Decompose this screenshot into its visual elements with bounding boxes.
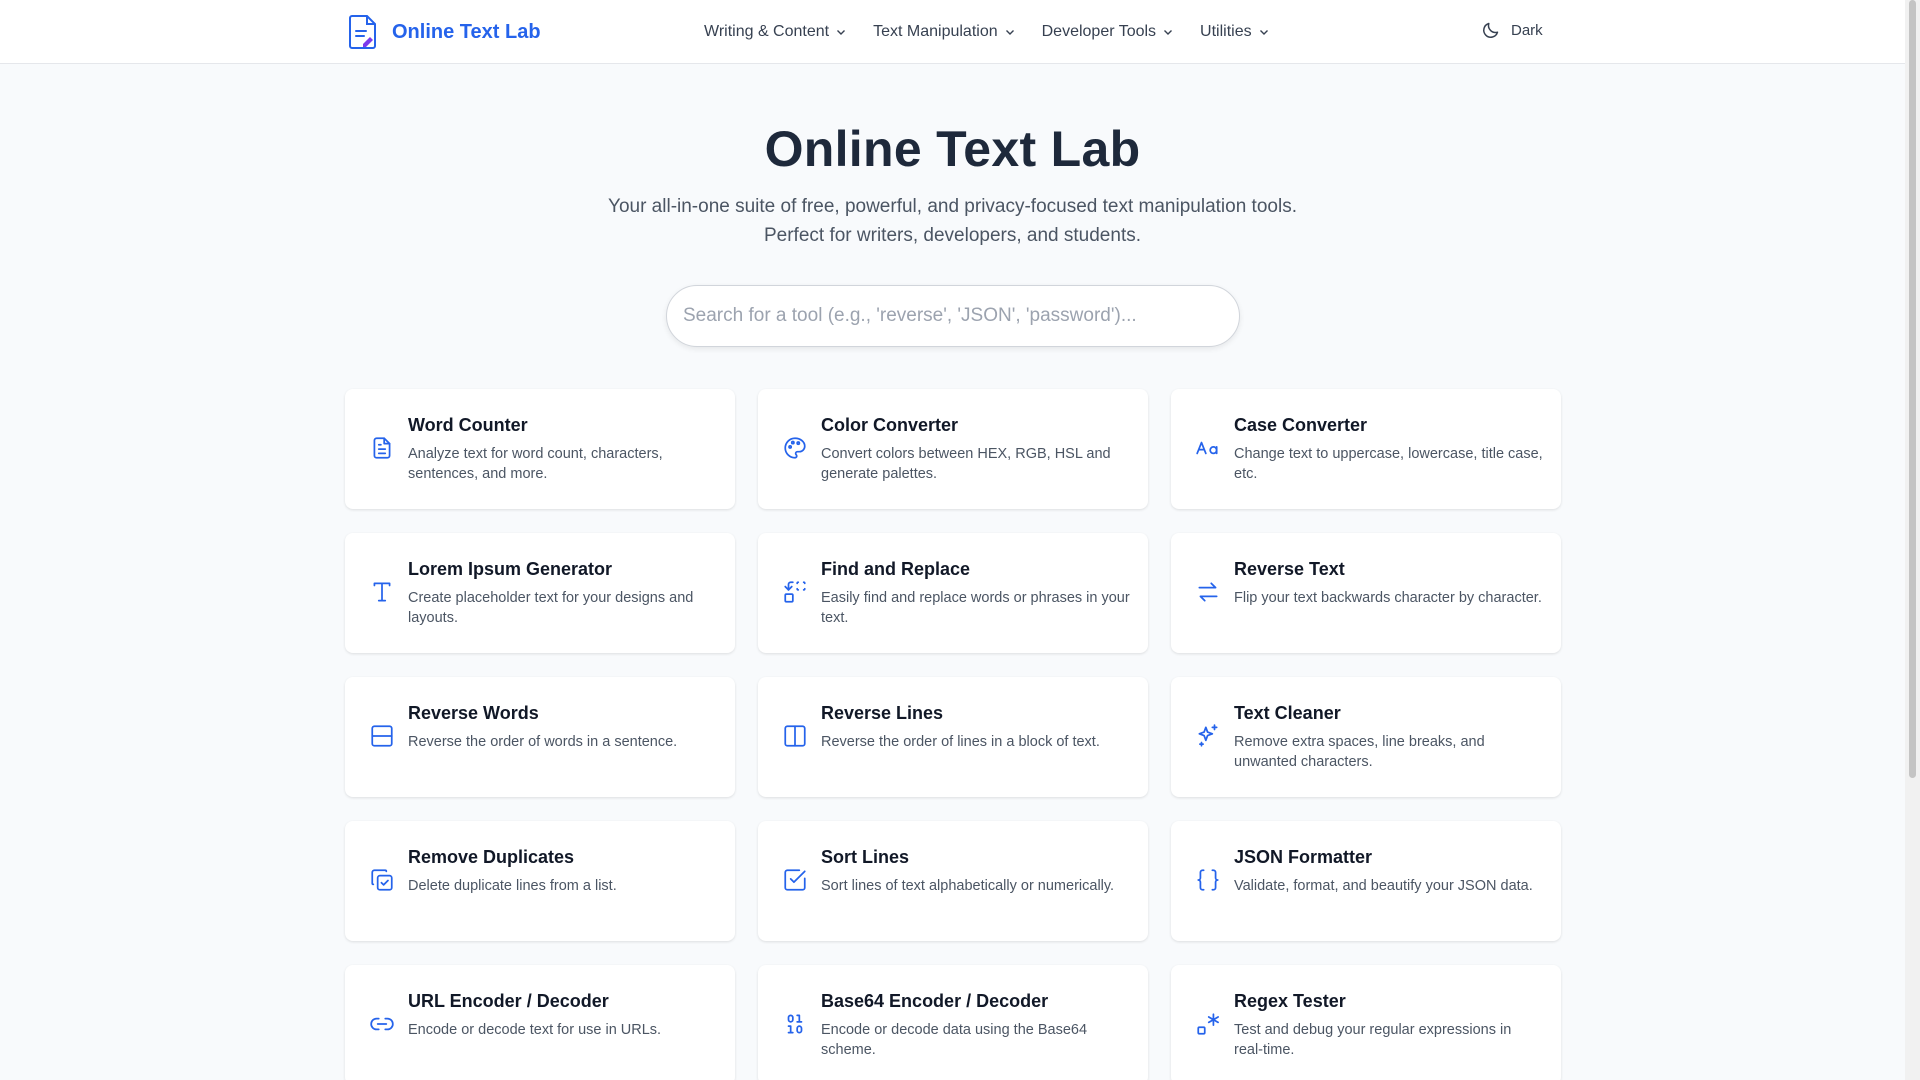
chevron-down-icon bbox=[1005, 27, 1015, 37]
site-logo[interactable]: Online Text Lab bbox=[348, 14, 541, 50]
tool-title: JSON Formatter bbox=[1234, 847, 1373, 867]
moon-icon bbox=[1481, 20, 1501, 40]
nav-utilities[interactable]: Utilities bbox=[1200, 23, 1269, 41]
tool-title: Sort Lines bbox=[821, 847, 910, 867]
dark-mode-toggle[interactable]: Dark bbox=[1481, 20, 1543, 40]
tool-card-sort-lines[interactable]: Sort Lines Sort lines of text alphabetic… bbox=[758, 821, 1148, 941]
case-icon bbox=[1195, 435, 1221, 461]
nav-text-manipulation[interactable]: Text Manipulation bbox=[873, 23, 1015, 41]
tool-grid: Word Counter Analyze text for word count… bbox=[345, 389, 1561, 1080]
rows-icon bbox=[369, 723, 395, 749]
tool-card-reverse-text[interactable]: Reverse Text Flip your text backwards ch… bbox=[1171, 533, 1561, 653]
text-icon bbox=[369, 579, 395, 605]
nav-writing-content[interactable]: Writing & Content bbox=[704, 23, 846, 41]
tool-title: Find and Replace bbox=[821, 559, 971, 579]
logo-text: Online Text Lab bbox=[392, 20, 541, 43]
tool-title: Regex Tester bbox=[1234, 991, 1346, 1011]
columns-icon bbox=[782, 723, 808, 749]
tool-title: Case Converter bbox=[1234, 415, 1368, 435]
tool-search-input[interactable] bbox=[666, 285, 1240, 347]
document-icon bbox=[369, 435, 395, 461]
tool-description: Analyze text for word count, characters,… bbox=[408, 446, 663, 482]
scrollbar-thumb[interactable] bbox=[1909, 0, 1916, 778]
tool-card-base64-encoder-decoder[interactable]: Base64 Encoder / Decoder Encode or decod… bbox=[758, 965, 1148, 1080]
tool-card-reverse-words[interactable]: Reverse Words Reverse the order of words… bbox=[345, 677, 735, 797]
tool-description: Remove extra spaces, line breaks, and un… bbox=[1234, 734, 1485, 770]
tool-description: Create placeholder text for your designs… bbox=[408, 590, 694, 626]
tool-card-find-and-replace[interactable]: Find and Replace Easily find and replace… bbox=[758, 533, 1148, 653]
page-subtitle-line2: Perfect for writers, developers, and stu… bbox=[763, 225, 1141, 246]
tool-description: Encode or decode text for use in URLs. bbox=[408, 1022, 662, 1038]
tool-title: Word Counter bbox=[408, 415, 528, 435]
nav-label: Text Manipulation bbox=[873, 23, 998, 40]
top-navbar: Online Text Lab Writing & Content Text M… bbox=[0, 0, 1905, 64]
palette-icon bbox=[782, 435, 808, 461]
regex-icon bbox=[1195, 1011, 1221, 1037]
swap-arrows-icon bbox=[1195, 579, 1221, 605]
tool-card-json-formatter[interactable]: JSON Formatter Validate, format, and bea… bbox=[1171, 821, 1561, 941]
tool-description: Reverse the order of words in a sentence… bbox=[408, 734, 678, 750]
link-icon bbox=[369, 1011, 395, 1037]
tool-card-case-converter[interactable]: Case Converter Change text to uppercase,… bbox=[1171, 389, 1561, 509]
tool-title: URL Encoder / Decoder bbox=[408, 991, 609, 1011]
tool-card-word-counter[interactable]: Word Counter Analyze text for word count… bbox=[345, 389, 735, 509]
nav-label: Developer Tools bbox=[1041, 23, 1157, 40]
tool-card-lorem-ipsum-generator[interactable]: Lorem Ipsum Generator Create placeholder… bbox=[345, 533, 735, 653]
nav-developer-tools[interactable]: Developer Tools bbox=[1042, 23, 1173, 41]
tool-title: Remove Duplicates bbox=[408, 847, 575, 867]
tool-description: Validate, format, and beautify your JSON… bbox=[1234, 878, 1533, 894]
binary-icon bbox=[782, 1011, 808, 1037]
main-nav: Writing & Content Text Manipulation Deve… bbox=[704, 0, 1296, 64]
document-icon bbox=[348, 14, 378, 50]
sparkles-icon bbox=[1195, 723, 1221, 749]
tool-title: Base64 Encoder / Decoder bbox=[821, 991, 1049, 1011]
tool-description: Encode or decode data using the Base64 s… bbox=[821, 1022, 1088, 1058]
tool-card-text-cleaner[interactable]: Text Cleaner Remove extra spaces, line b… bbox=[1171, 677, 1561, 797]
copy-check-icon bbox=[369, 867, 395, 893]
tool-card-regex-tester[interactable]: Regex Tester Test and debug your regular… bbox=[1171, 965, 1561, 1080]
tool-description: Convert colors between HEX, RGB, HSL and… bbox=[821, 446, 1111, 482]
tool-card-color-converter[interactable]: Color Converter Convert colors between H… bbox=[758, 389, 1148, 509]
tool-title: Reverse Words bbox=[408, 703, 539, 723]
tool-card-url-encoder-decoder[interactable]: URL Encoder / Decoder Encode or decode t… bbox=[345, 965, 735, 1080]
chevron-down-icon bbox=[836, 27, 846, 37]
tool-description: Change text to uppercase, lowercase, tit… bbox=[1234, 446, 1543, 482]
tool-title: Lorem Ipsum Generator bbox=[408, 559, 613, 579]
tool-title: Text Cleaner bbox=[1234, 703, 1341, 723]
tool-description: Sort lines of text alphabetically or num… bbox=[821, 878, 1115, 894]
replace-icon bbox=[782, 579, 808, 605]
page-subtitle-line1: Your all-in-one suite of free, powerful,… bbox=[608, 196, 1297, 217]
chevron-down-icon bbox=[1259, 27, 1269, 37]
tool-card-reverse-lines[interactable]: Reverse Lines Reverse the order of lines… bbox=[758, 677, 1148, 797]
nav-label: Writing & Content bbox=[704, 23, 830, 40]
page-title: Online Text Lab bbox=[764, 121, 1141, 177]
tool-description: Easily find and replace words or phrases… bbox=[821, 590, 1130, 626]
tool-description: Flip your text backwards character by ch… bbox=[1234, 590, 1542, 606]
dark-mode-label: Dark bbox=[1511, 21, 1543, 39]
tool-title: Reverse Lines bbox=[821, 703, 944, 723]
tool-title: Color Converter bbox=[821, 415, 959, 435]
tool-card-remove-duplicates[interactable]: Remove Duplicates Delete duplicate lines… bbox=[345, 821, 735, 941]
tool-title: Reverse Text bbox=[1234, 559, 1345, 579]
tool-description: Delete duplicate lines from a list. bbox=[408, 878, 617, 894]
tool-description: Reverse the order of lines in a block of… bbox=[821, 734, 1100, 750]
square-check-icon bbox=[782, 867, 808, 893]
nav-label: Utilities bbox=[1200, 23, 1252, 40]
braces-icon bbox=[1195, 867, 1221, 893]
tool-description: Test and debug your regular expressions … bbox=[1234, 1022, 1512, 1058]
chevron-down-icon bbox=[1163, 27, 1173, 37]
